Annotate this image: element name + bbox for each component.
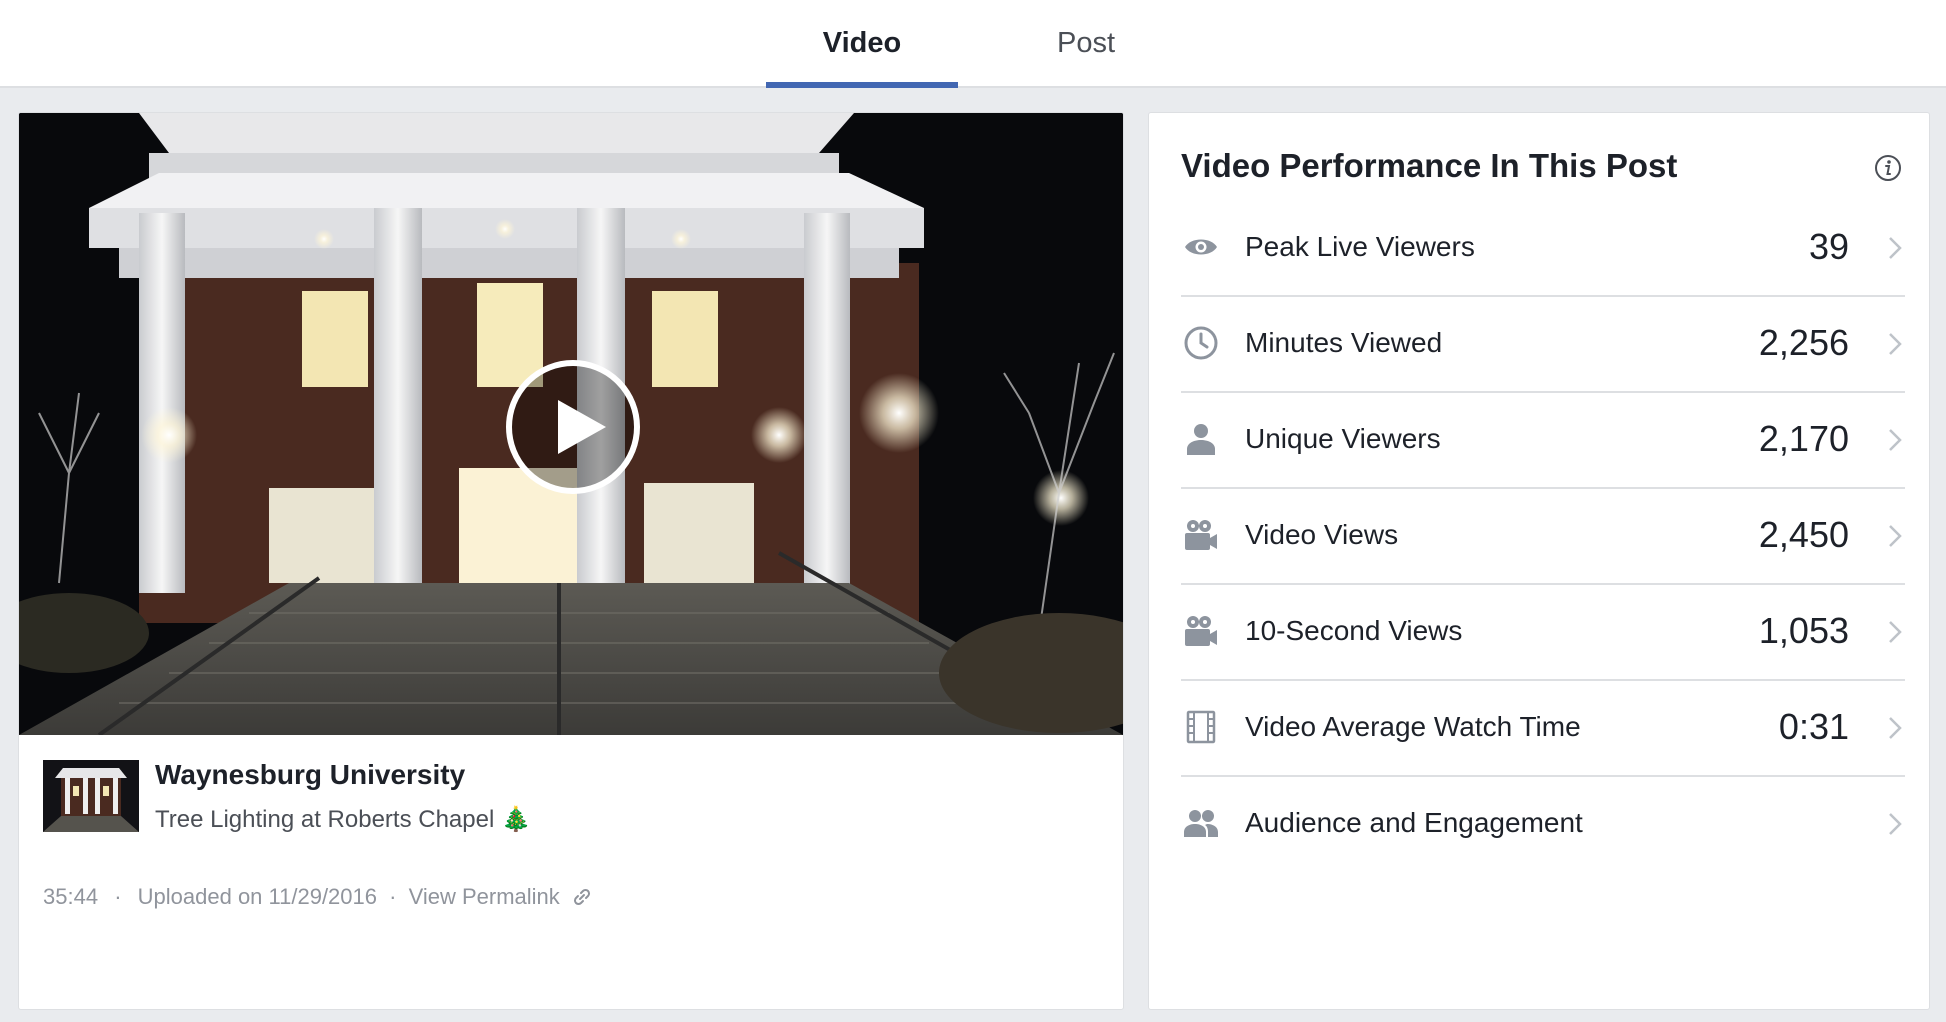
metric-label: Unique Viewers [1245,423,1441,454]
chevron-right-icon [1889,621,1902,643]
tab-bar: Video Post [0,0,1946,88]
metric-row-minutes-viewed[interactable]: Minutes Viewed 2,256 [1181,295,1905,393]
link-icon[interactable] [572,887,592,907]
video-performance-card: Video Performance In This Post Peak Live… [1148,112,1930,1010]
chevron-right-icon [1889,717,1902,739]
metric-label: Video Average Watch Time [1245,711,1581,742]
metric-row-average-watch-time[interactable]: Video Average Watch Time 0:31 [1181,679,1905,777]
meta-separator: · [114,884,122,910]
metric-value: 39 [1808,226,1849,267]
chevron-right-icon [1889,429,1902,451]
performance-title: Video Performance In This Post [1181,147,1678,184]
metric-value: 2,450 [1758,514,1849,555]
video-player[interactable] [19,113,1123,735]
metric-value: 2,170 [1758,418,1849,459]
upload-date: Uploaded on 11/29/2016 [137,884,377,910]
tab-active-underline [766,82,958,88]
eye-icon [1185,239,1217,255]
video-camera-icon [1185,520,1217,550]
metric-label: Video Views [1245,519,1399,550]
video-duration: 35:44 [43,884,99,910]
metric-row-peak-live-viewers[interactable]: Peak Live Viewers 39 [1181,199,1905,297]
chevron-right-icon [1889,237,1902,259]
play-button[interactable] [506,360,640,494]
person-icon [1187,424,1215,455]
metric-value: 2,256 [1758,322,1849,363]
metric-label: Audience and Engagement [1245,807,1583,838]
chevron-right-icon [1889,525,1902,547]
page-name[interactable]: Waynesburg University [155,759,465,791]
page-avatar-image [43,760,139,832]
tab-post-label: Post [1056,27,1116,59]
meta-separator: · [389,884,397,910]
tab-video-label: Video [822,27,902,59]
film-icon [1186,710,1216,744]
metric-label: 10-Second Views [1245,615,1463,646]
people-icon [1184,810,1218,837]
metric-row-10-second-views[interactable]: 10-Second Views 1,053 [1181,583,1905,681]
metric-value: 1,053 [1758,610,1849,651]
video-card: Waynesburg University Tree Lighting at R… [18,112,1124,1010]
metric-label: Minutes Viewed [1245,327,1443,358]
info-icon[interactable] [1874,154,1902,182]
view-permalink-link[interactable]: View Permalink [409,884,560,910]
clock-icon [1184,326,1218,360]
video-meta: 35:44 · Uploaded on 11/29/2016 · View Pe… [43,883,592,910]
video-title: Tree Lighting at Roberts Chapel 🎄 [155,806,531,833]
metric-row-video-views[interactable]: Video Views 2,450 [1181,487,1905,585]
metric-value: 0:31 [1778,706,1849,747]
tab-video[interactable]: Video [766,0,958,88]
tab-post[interactable]: Post [1010,0,1162,86]
metric-label: Peak Live Viewers [1245,231,1475,262]
video-camera-icon [1185,616,1217,646]
chevron-right-icon [1889,333,1902,355]
chevron-right-icon [1889,813,1902,835]
play-icon [558,400,606,454]
page-avatar[interactable] [43,760,139,832]
metric-row-audience-engagement[interactable]: Audience and Engagement [1181,775,1905,871]
metric-row-unique-viewers[interactable]: Unique Viewers 2,170 [1181,391,1905,489]
